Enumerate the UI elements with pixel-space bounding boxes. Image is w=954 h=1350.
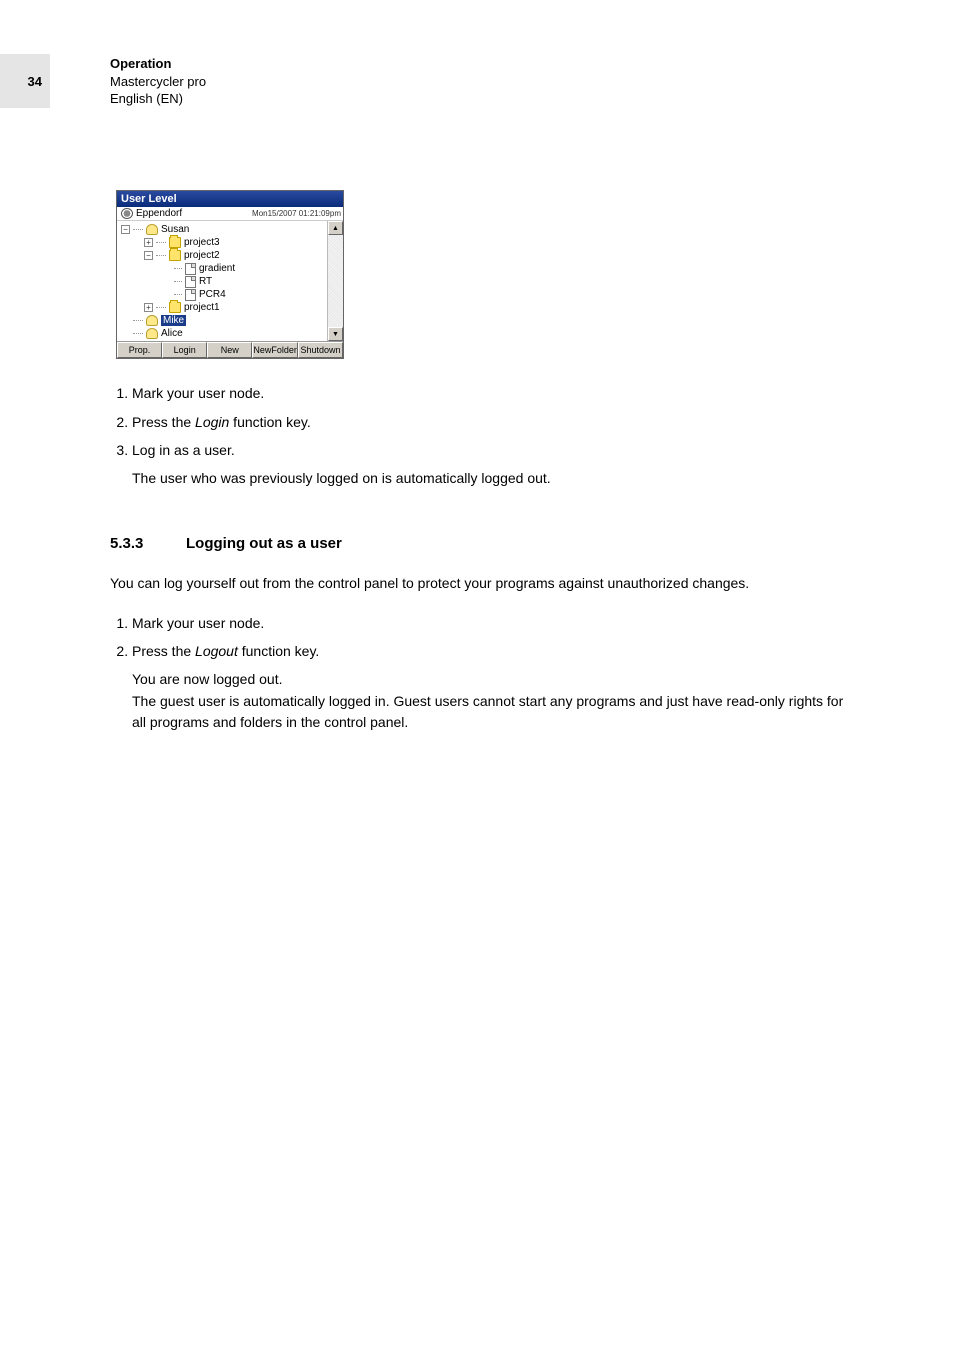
header-language: English (EN) <box>110 90 206 108</box>
new-button[interactable]: New <box>207 342 252 358</box>
step-item: Press the Login function key. <box>132 412 850 434</box>
header-title: Operation <box>110 55 206 73</box>
section-intro: You can log yourself out from the contro… <box>110 573 850 595</box>
button-label: Shutdown <box>300 345 340 355</box>
expand-icon[interactable]: + <box>144 303 153 312</box>
scroll-up-button[interactable]: ▲ <box>328 221 343 235</box>
window-titlebar: User Level <box>117 191 343 207</box>
page-number-tab: 34 <box>0 54 50 108</box>
file-icon <box>185 289 196 301</box>
newfolder-button[interactable]: NewFolder <box>252 342 298 358</box>
arrow-down-icon: ▼ <box>332 331 339 338</box>
step-text: Log in as a user. <box>132 442 235 458</box>
file-icon <box>185 263 196 275</box>
scroll-track[interactable] <box>328 235 343 327</box>
tree-node-folder[interactable]: + project3 <box>121 236 327 249</box>
header-product: Mastercycler pro <box>110 73 206 91</box>
tree-node-file[interactable]: RT <box>121 275 327 288</box>
logout-steps-list: Mark your user node. Press the Logout fu… <box>110 613 850 734</box>
button-label: Prop. <box>129 345 151 355</box>
tree-node-folder[interactable]: − project2 <box>121 249 327 262</box>
section-heading: 5.3.3Logging out as a user <box>110 532 850 555</box>
tree-node-user[interactable]: − Susan <box>121 223 327 236</box>
button-label: New <box>221 345 239 355</box>
tree-label-selected: Mike <box>161 315 186 326</box>
step-note: The guest user is automatically logged i… <box>132 691 850 734</box>
tree-label: gradient <box>199 263 235 274</box>
step-item: Mark your user node. <box>132 383 850 405</box>
step-note: You are now logged out. <box>132 669 850 691</box>
tree-label: project1 <box>184 302 220 313</box>
window-title: User Level <box>121 193 177 205</box>
page-header: Operation Mastercycler pro English (EN) <box>110 55 206 108</box>
window-header-row: Eppendorf Mon15/2007 01:21:09pm <box>117 207 343 221</box>
function-key-row: Prop. Login New NewFolder Shutdown <box>117 341 343 358</box>
function-key-name: Login <box>195 414 229 430</box>
section-title: Logging out as a user <box>186 535 342 552</box>
step-text-post: function key. <box>229 414 310 430</box>
button-label: Login <box>174 345 196 355</box>
user-level-window: User Level Eppendorf Mon15/2007 01:21:09… <box>116 190 344 359</box>
step-text-pre: Press the <box>132 643 195 659</box>
page-number: 34 <box>28 74 42 89</box>
collapse-icon[interactable]: − <box>121 225 130 234</box>
collapse-icon[interactable]: − <box>144 251 153 260</box>
step-text-pre: Press the <box>132 414 195 430</box>
tree-node-file[interactable]: PCR4 <box>121 288 327 301</box>
folder-icon <box>169 302 181 313</box>
login-button[interactable]: Login <box>162 342 207 358</box>
step-text: Mark your user node. <box>132 385 264 401</box>
root-label: Eppendorf <box>136 208 182 219</box>
login-steps-list: Mark your user node. Press the Login fun… <box>110 383 850 490</box>
user-icon <box>146 315 158 326</box>
tree-label: RT <box>199 276 212 287</box>
step-item: Press the Logout function key. You are n… <box>132 641 850 734</box>
arrow-up-icon: ▲ <box>332 225 339 232</box>
tree-node-file[interactable]: gradient <box>121 262 327 275</box>
user-icon <box>146 224 158 235</box>
scroll-down-button[interactable]: ▼ <box>328 327 343 341</box>
tree-node-user[interactable]: Alice <box>121 327 327 340</box>
user-icon <box>146 328 158 339</box>
function-key-name: Logout <box>195 643 238 659</box>
gear-icon <box>121 208 133 219</box>
tree-node-user-selected[interactable]: Mike <box>121 314 327 327</box>
tree-label: Alice <box>161 328 183 339</box>
folder-icon <box>169 237 181 248</box>
button-label: NewFolder <box>253 345 297 355</box>
tree-label: project3 <box>184 237 220 248</box>
vertical-scrollbar[interactable]: ▲ ▼ <box>327 221 343 341</box>
tree-label: project2 <box>184 250 220 261</box>
step-text: Mark your user node. <box>132 615 264 631</box>
section-number: 5.3.3 <box>110 532 186 555</box>
shutdown-button[interactable]: Shutdown <box>298 342 343 358</box>
timestamp: Mon15/2007 01:21:09pm <box>252 209 341 218</box>
step-text-post: function key. <box>238 643 319 659</box>
expand-icon[interactable]: + <box>144 238 153 247</box>
tree-view[interactable]: − Susan + project3 − project2 <box>117 221 327 341</box>
prop-button[interactable]: Prop. <box>117 342 162 358</box>
tree-label: Susan <box>161 224 189 235</box>
file-icon <box>185 276 196 288</box>
step-note: The user who was previously logged on is… <box>132 468 850 490</box>
tree-label: PCR4 <box>199 289 226 300</box>
step-item: Log in as a user. The user who was previ… <box>132 440 850 489</box>
tree-node-folder[interactable]: + project1 <box>121 301 327 314</box>
folder-icon <box>169 250 181 261</box>
step-item: Mark your user node. <box>132 613 850 635</box>
